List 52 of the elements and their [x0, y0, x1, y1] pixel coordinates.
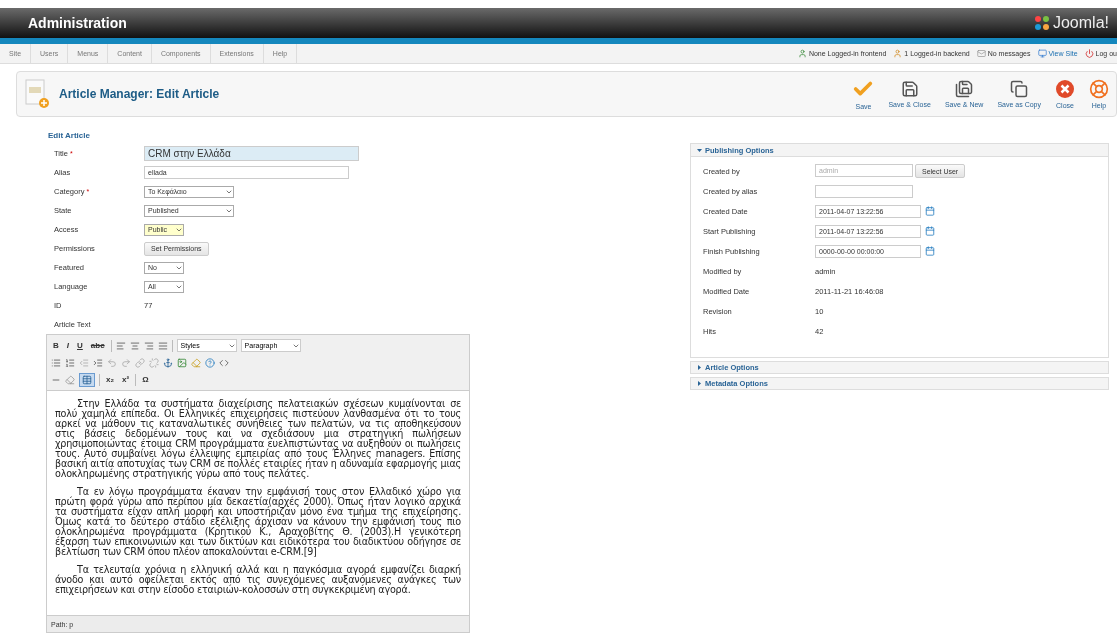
calendar-icon[interactable]	[925, 226, 935, 236]
copy-icon	[1010, 80, 1029, 98]
format-button[interactable]: B	[51, 338, 61, 353]
cleanup-icon[interactable]	[191, 357, 201, 368]
floppy-icon	[955, 80, 974, 98]
format-button[interactable]: Ω	[140, 372, 151, 387]
undo-icon[interactable]	[107, 357, 117, 368]
page-title: Article Manager: Edit Article	[59, 87, 220, 101]
redo-icon[interactable]	[121, 357, 131, 368]
link-icon[interactable]	[135, 357, 145, 368]
align-left-icon[interactable]	[115, 340, 126, 351]
help-icon	[1089, 79, 1109, 99]
alias-field[interactable]	[815, 184, 913, 198]
close-icon	[1055, 79, 1075, 99]
eraser-icon[interactable]	[65, 374, 75, 385]
monitor-icon	[1037, 49, 1047, 58]
title-field[interactable]: CRM στην Ελλάδα	[144, 146, 359, 161]
bullet-list-icon[interactable]	[51, 357, 61, 368]
format-button[interactable]: x²	[120, 372, 132, 387]
users-icon	[893, 49, 903, 58]
expand-icon	[697, 381, 702, 386]
numbered-list-icon[interactable]	[65, 357, 75, 368]
users-icon	[797, 49, 807, 58]
image-icon[interactable]	[177, 357, 187, 368]
format-button[interactable]: U	[75, 338, 85, 353]
calendar-icon[interactable]	[925, 206, 935, 216]
paragraph: Τα εν λόγω προγράμματα έκαναν την εμφάνισή τους στον Ελλαδικό χώρο για πρώτη φορά γύρω από περίπου μία δεκαετία(αρχές 2000). Όπως ήταν λογικό αρχικά τα συστήματα είχαν απλή μορφή και υποστήριζαν μόνο ένα τμήμα της επιχείρησης. Όμως κατά το δεύτερο στάδιο εξέλιξης άρχισαν να κάνουν την εμφάνισή τους πιο ολοκληρωμένα προγράμματα (Κρητικού Κ., Αραχοβίτης Θ. (2003).Η γενικότερη έξαρση των επικοινωνιών και των δικτύων και ειδικότερα του διαδικτύου οδήγησε σε βελτίωση των CRM όπου πλέον αποκαλούνται e-CRM.[9]	[55, 487, 461, 557]
align-center-icon[interactable]	[129, 340, 140, 351]
paragraph: Τα τελευταία χρόνια η ελληνική αλλά και η παγκόσμια αγορά εμφανίζει διαρκή άνοδο και αυτό οφείλεται εκτός από τις συνεχόμενες αυξανόμενες ανάγκες των επιχειρήσεων και στην είσοδο εταιριών-κολοσσών στη συγκεκριμένη αγορά.	[55, 565, 461, 595]
logout-icon	[1084, 49, 1094, 58]
indent-icon[interactable]	[93, 357, 103, 368]
logo-icon	[1033, 15, 1050, 31]
calendar-icon[interactable]	[925, 246, 935, 256]
format-button[interactable]: x₂	[104, 372, 116, 387]
collapse-icon	[697, 147, 702, 153]
expand-icon	[697, 365, 702, 370]
format-button[interactable]: I	[64, 338, 71, 353]
outdent-icon[interactable]	[79, 357, 89, 368]
article-icon	[25, 79, 51, 109]
table-button[interactable]	[79, 372, 95, 387]
logo-text: Joomla!	[1052, 14, 1109, 32]
html-icon[interactable]	[219, 357, 229, 368]
align-justify-icon[interactable]	[157, 340, 168, 351]
header-title: Administration	[28, 15, 127, 31]
paragraph: Στην Ελλάδα τα συστήματα διαχείρισης πελατειακών σχέσεων κυμαίνονται σε πολύ χαμηλά επίπεδα. Οι Ελληνικές επιχειρήσεις πιστεύουν λανθασμένα ότι το τους αρκεί να μάθουν τις καταναλωτικές συνήθειες των πελατών, να τις αποθηκεύσουν στις βάσεις δεδομένων τους και να σχεδιάσουν μια στρατηγική πωλήσεων χρησιμοποιώντας έτοιμα CRM προγράμματα ευελπιστώντας να αυξηθούν οι πωλήσεις τους. Αυτό συμβαίνει λόγω έλλειψης εμπειρίας από τους Έλληνες managers. Επίσης βασική αιτία αποτυχίας των CRM σε πολλές εταιρίες ήταν η αδυναμία εφαρμογής μιας ολοκληρωμένης στρατηγικής γύρω από τους πελάτες.	[55, 399, 461, 479]
floppy-icon	[900, 80, 919, 98]
mail-icon	[976, 49, 986, 58]
align-right-icon[interactable]	[143, 340, 154, 351]
format-button[interactable]: abc	[88, 338, 107, 353]
anchor-icon[interactable]	[163, 357, 173, 368]
help-icon[interactable]	[205, 357, 215, 368]
fieldset-legend: Edit Article	[48, 131, 470, 140]
